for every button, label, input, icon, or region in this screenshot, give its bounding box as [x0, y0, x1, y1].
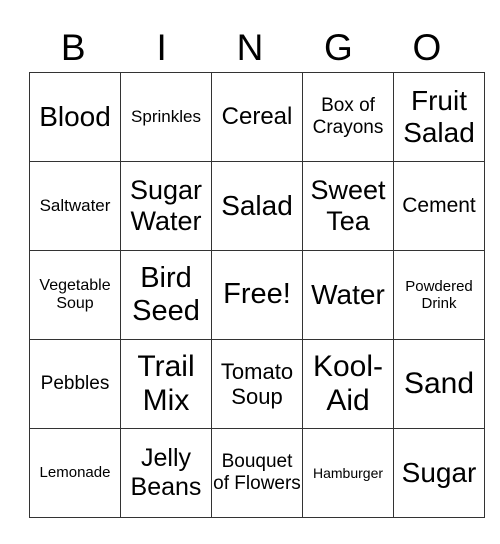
bingo-cell[interactable]: Jelly Beans [120, 428, 212, 518]
grid-row: Blood Sprinkles Cereal Box of Crayons Fr… [29, 72, 485, 162]
bingo-cell[interactable]: Vegetable Soup [29, 250, 121, 340]
header-letter: G [324, 27, 353, 68]
bingo-header: B I N G O [29, 24, 471, 72]
bingo-cell[interactable]: Box of Crayons [302, 72, 394, 162]
bingo-cell[interactable]: Hamburger [302, 428, 394, 518]
bingo-cell[interactable]: Tomato Soup [211, 339, 303, 429]
bingo-cell[interactable]: Bouquet of Flowers [211, 428, 303, 518]
bingo-cell[interactable]: Sprinkles [120, 72, 212, 162]
grid-row: Pebbles Trail Mix Tomato Soup Kool-Aid S… [29, 339, 485, 429]
bingo-cell[interactable]: Powdered Drink [393, 250, 485, 340]
bingo-cell[interactable]: Blood [29, 72, 121, 162]
bingo-grid: Blood Sprinkles Cereal Box of Crayons Fr… [29, 72, 485, 518]
bingo-cell[interactable]: Trail Mix [120, 339, 212, 429]
header-letter: B [60, 27, 86, 68]
free-space-cell[interactable]: Free! [211, 250, 303, 340]
bingo-cell[interactable]: Bird Seed [120, 250, 212, 340]
bingo-cell[interactable]: Sand [393, 339, 485, 429]
bingo-cell[interactable]: Kool-Aid [302, 339, 394, 429]
grid-row: Saltwater Sugar Water Salad Sweet Tea Ce… [29, 161, 485, 251]
bingo-cell[interactable]: Lemonade [29, 428, 121, 518]
bingo-cell[interactable]: Fruit Salad [393, 72, 485, 162]
grid-row: Lemonade Jelly Beans Bouquet of Flowers … [29, 428, 485, 518]
bingo-cell[interactable]: Saltwater [29, 161, 121, 251]
header-letter: O [412, 27, 442, 68]
bingo-cell[interactable]: Cement [393, 161, 485, 251]
bingo-cell[interactable]: Salad [211, 161, 303, 251]
bingo-cell[interactable]: Water [302, 250, 394, 340]
bingo-cell[interactable]: Cereal [211, 72, 303, 162]
bingo-cell[interactable]: Sweet Tea [302, 161, 394, 251]
header-letter: I [156, 27, 167, 68]
bingo-cell[interactable]: Sugar [393, 428, 485, 518]
header-letter: N [236, 27, 264, 68]
bingo-cell[interactable]: Pebbles [29, 339, 121, 429]
grid-row: Vegetable Soup Bird Seed Free! Water Pow… [29, 250, 485, 340]
bingo-cell[interactable]: Sugar Water [120, 161, 212, 251]
